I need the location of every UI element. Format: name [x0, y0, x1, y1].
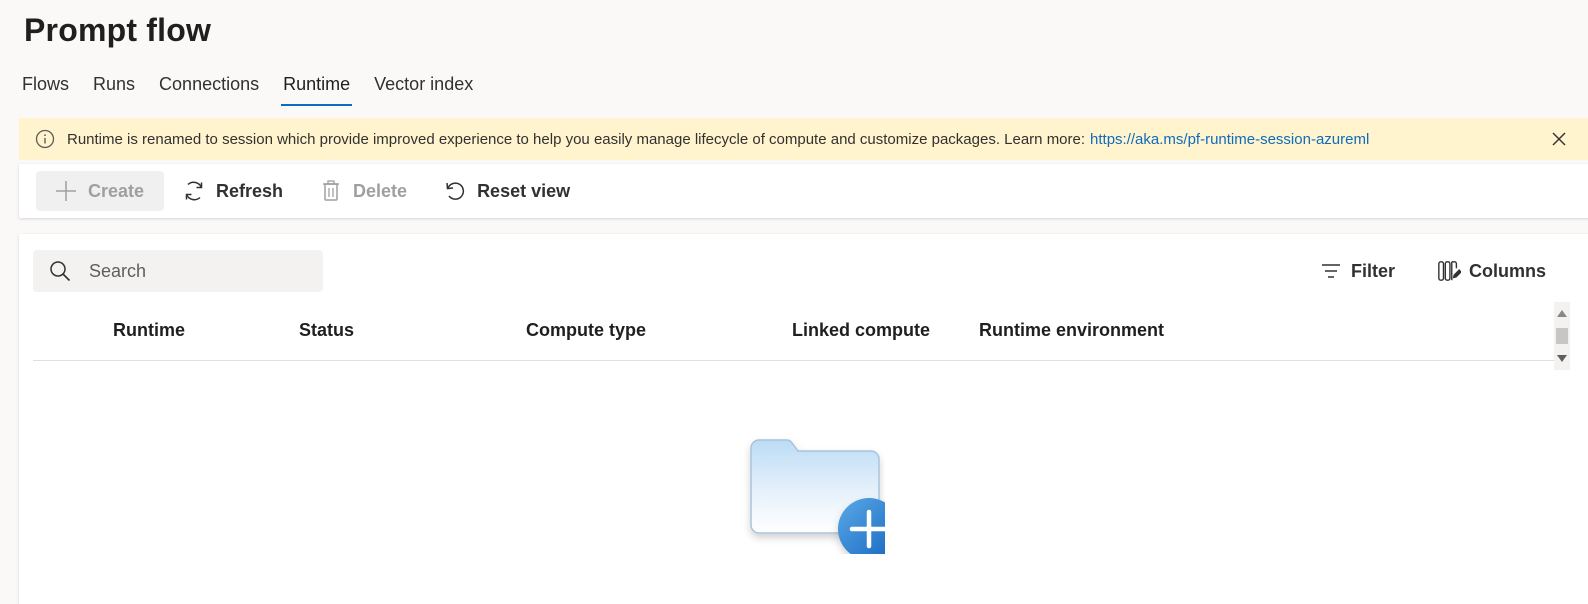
- scroll-down-arrow-icon[interactable]: [1557, 355, 1567, 362]
- column-header-runtime[interactable]: Runtime: [113, 320, 185, 341]
- column-header-runtime-environment[interactable]: Runtime environment: [979, 320, 1164, 341]
- delete-button[interactable]: Delete: [301, 171, 425, 211]
- scroll-up-arrow-icon[interactable]: [1557, 310, 1567, 317]
- command-bar: Create Refresh Delete Reset view: [19, 164, 1588, 218]
- trash-icon: [319, 179, 343, 203]
- create-button[interactable]: Create: [36, 171, 164, 211]
- search-icon: [49, 259, 73, 283]
- columns-button[interactable]: Columns: [1437, 254, 1546, 288]
- banner-message: Runtime is renamed to session which prov…: [67, 130, 1086, 148]
- filter-button[interactable]: Filter: [1319, 254, 1395, 288]
- tab-runtime[interactable]: Runtime: [281, 70, 353, 106]
- reset-view-button-label: Reset view: [477, 180, 571, 201]
- refresh-button-label: Refresh: [216, 180, 284, 201]
- column-header-status[interactable]: Status: [299, 320, 354, 341]
- table-header-row: Runtime Status Compute type Linked compu…: [33, 310, 1563, 361]
- vertical-scrollbar[interactable]: [1554, 302, 1570, 370]
- reset-view-button[interactable]: Reset view: [425, 171, 588, 211]
- close-icon[interactable]: [1549, 129, 1569, 149]
- refresh-icon: [182, 179, 206, 203]
- filter-button-label: Filter: [1351, 260, 1396, 281]
- refresh-button[interactable]: Refresh: [164, 171, 301, 211]
- reset-icon: [443, 179, 467, 203]
- filter-icon: [1319, 259, 1343, 283]
- scrollbar-thumb[interactable]: [1556, 328, 1568, 344]
- info-banner: Runtime is renamed to session which prov…: [19, 118, 1588, 160]
- create-button-label: Create: [88, 180, 145, 201]
- runtime-list-panel: Filter Columns Runtime Status Compute: [19, 234, 1588, 604]
- columns-edit-icon: [1437, 259, 1462, 283]
- search-input[interactable]: [87, 259, 311, 283]
- column-header-linked-compute[interactable]: Linked compute: [792, 320, 930, 341]
- tab-connections[interactable]: Connections: [159, 70, 259, 106]
- info-icon: [35, 129, 55, 149]
- delete-button-label: Delete: [353, 180, 408, 201]
- search-box: [33, 250, 323, 292]
- page-title: Prompt flow: [24, 12, 212, 48]
- banner-learn-more-link[interactable]: https://aka.ms/pf-runtime-session-azurem…: [1090, 131, 1369, 148]
- column-header-compute-type[interactable]: Compute type: [526, 320, 646, 341]
- list-actions: Filter Columns: [1319, 254, 1546, 288]
- tab-vector-index[interactable]: Vector index: [374, 70, 473, 106]
- tab-flows[interactable]: Flows: [22, 70, 69, 106]
- page: Prompt flow Flows Runs Connections Runti…: [0, 0, 1588, 604]
- tab-runs[interactable]: Runs: [93, 70, 135, 106]
- folder-add-icon: [735, 424, 900, 560]
- tab-bar: Flows Runs Connections Runtime Vector in…: [22, 70, 497, 106]
- columns-button-label: Columns: [1469, 260, 1547, 281]
- plus-icon: [54, 179, 78, 203]
